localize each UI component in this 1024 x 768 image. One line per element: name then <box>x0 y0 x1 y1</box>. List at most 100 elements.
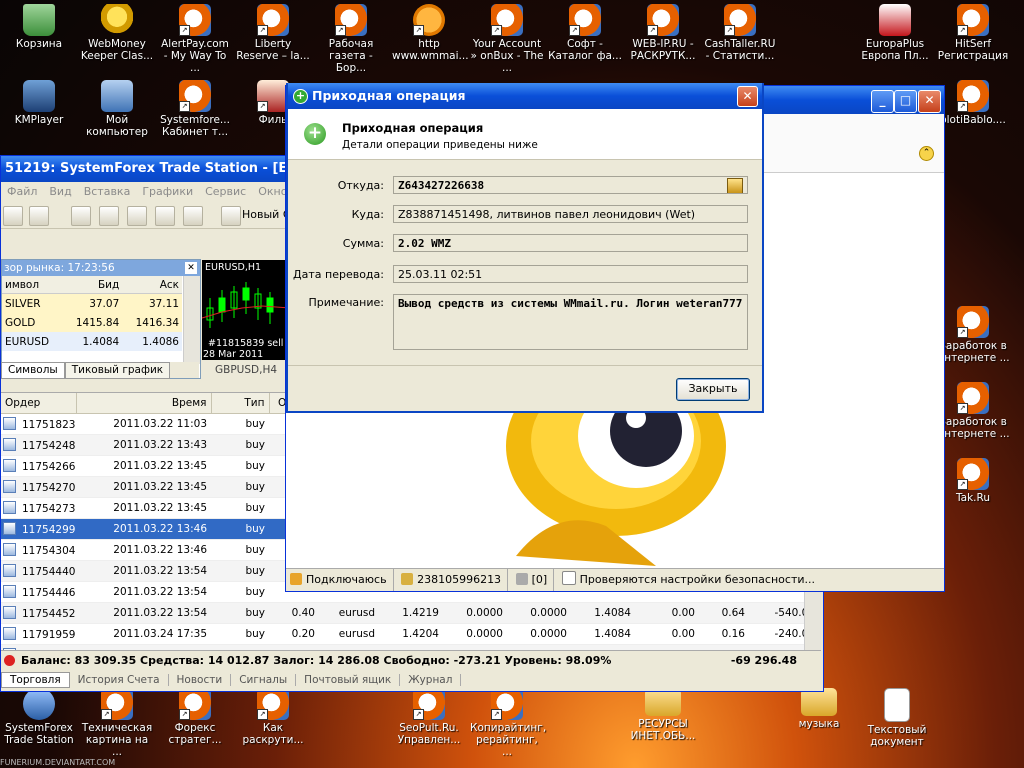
market-watch-header[interactable]: имвол <box>2 276 63 294</box>
menu-item[interactable]: Файл <box>7 185 37 198</box>
close-button[interactable]: Закрыть <box>676 378 750 401</box>
desktop-icon[interactable]: РЕСУРСЫ ИНЕТ.ОБЬ... <box>626 688 700 742</box>
market-watch-scrollbar[interactable] <box>183 276 200 364</box>
terminal-tab[interactable]: Новости <box>168 674 232 686</box>
table-row[interactable]: 11754452 2011.03.22 13:54 buy 0.40 eurusd 1.4… <box>1 602 819 624</box>
desktop-icon[interactable]: ↗ HitSerf Регистрация <box>936 4 1010 62</box>
desktop-icon-label: Мой компьютер <box>86 114 148 138</box>
market-watch-header[interactable]: Аск <box>122 276 182 294</box>
amount-label: Сумма: <box>342 237 384 250</box>
desktop-icon[interactable]: ↗ Форекс стратег... <box>158 688 232 746</box>
desktop-icon[interactable]: EuropaPlus Европа Пл... <box>858 4 932 62</box>
terminal-tab[interactable]: История Счета <box>69 674 169 686</box>
zoom-icon[interactable] <box>183 206 203 226</box>
maximize-button[interactable]: □ <box>894 90 917 113</box>
desktop-icon[interactable]: ↗ Tak.Ru <box>936 458 1010 504</box>
desktop-icon[interactable]: ↗ Как раскрути... <box>236 688 310 746</box>
orders-column-header[interactable]: Время <box>76 393 212 414</box>
desktop-icon[interactable]: ↗ Заработок в Интернете ... <box>936 382 1010 440</box>
order-cell: buy <box>211 539 269 561</box>
order-cell: 2011.03.24 17:35 <box>76 623 211 645</box>
order-cell: 0.64 <box>699 602 749 624</box>
market-watch-row[interactable]: SILVER 37.07 37.11 <box>2 293 182 313</box>
desktop-icon[interactable]: ↗ Копирайтинг, рерайтинг, ... <box>470 688 546 758</box>
profiles-icon[interactable] <box>29 206 49 226</box>
market-watch-tab[interactable]: Символы <box>1 362 65 379</box>
menu-item[interactable]: Вставка <box>84 185 131 198</box>
desktop-icon[interactable]: WebMoney Keeper Clas... <box>80 4 154 62</box>
firefox-icon: ↗ <box>491 4 523 36</box>
from-field[interactable]: Z643427226638 <box>393 176 748 194</box>
desktop-icon[interactable]: Мой компьютер <box>80 80 154 138</box>
chart-title: EURUSD,H1 <box>205 262 262 273</box>
desktop-icon[interactable]: SystemForex Trade Station <box>2 688 76 746</box>
desktop-icon[interactable]: ↗ Техническая картина на ... <box>80 688 154 758</box>
income-operation-dialog[interactable]: + Приходная операция ✕ + Приходная опера… <box>286 83 764 413</box>
market-watch-row[interactable]: EURUSD 1.4084 1.4086 <box>2 332 182 351</box>
copy-icon[interactable] <box>727 178 743 193</box>
chart-tab-gbpusd[interactable]: GBPUSD,H4 <box>215 364 277 376</box>
desktop-icon[interactable]: ↗ CashTaller.RU - Статисти... <box>703 4 777 62</box>
orders-column-header[interactable]: Ордер <box>1 393 77 414</box>
desktop-icon[interactable]: ↗ AlertPay.com - My Way To ... <box>158 4 232 74</box>
to-label: Куда: <box>351 208 384 221</box>
desktop-icon[interactable]: ↗ Liberty Reserve – la... <box>236 4 310 62</box>
desktop-icon[interactable]: ↗ SeoPult.Ru. Управлен... <box>392 688 466 746</box>
new-order-icon[interactable] <box>221 206 241 226</box>
recycle-bin-icon <box>23 4 55 36</box>
desktop-icon[interactable]: ↗ Рабочая газета - Бор... <box>314 4 388 74</box>
terminal-tab[interactable]: Сигналы <box>231 674 297 686</box>
collapse-icon[interactable]: ⌃ <box>919 146 934 161</box>
wmid-value[interactable]: 238105996213 <box>417 573 501 586</box>
close-icon[interactable]: ✕ <box>185 262 197 274</box>
desktop-icon-label: WebMoney Keeper Clas... <box>80 38 154 62</box>
terminal-tab[interactable]: Почтовый ящик <box>296 674 401 686</box>
date-field[interactable]: 25.03.11 02:51 <box>393 265 748 283</box>
market-watch-icon[interactable] <box>71 206 91 226</box>
terminal-tab[interactable]: Торговля <box>1 672 70 688</box>
mini-chart[interactable]: EURUSD,H1 #11815839 sell 28 Mar 2011 <box>202 260 290 360</box>
to-field[interactable]: Z838871451498, литвинов павел леонидович… <box>393 205 748 223</box>
desktop-icon[interactable]: Текстовый документ <box>860 688 934 748</box>
desktop-icon[interactable]: музыка <box>782 688 856 730</box>
firefox-icon: ↗ <box>957 458 989 490</box>
desktop-icon-label: Текстовый документ <box>867 724 927 748</box>
amount-field[interactable]: 2.02 WMZ <box>393 234 748 252</box>
window-close-button[interactable]: ✕ <box>918 90 941 113</box>
note-field[interactable]: Вывод средств из системы WMmail.ru. Логи… <box>393 294 748 350</box>
messages-count[interactable]: [0] <box>532 573 548 586</box>
terminal-icon[interactable] <box>155 206 175 226</box>
orders-column-header[interactable]: Тип <box>211 393 270 414</box>
shortcut-arrow-icon: ↗ <box>179 25 190 36</box>
favorites-icon[interactable] <box>127 206 147 226</box>
terminal-tab[interactable]: Журнал <box>400 674 462 686</box>
desktop-icon[interactable]: ↗ http www.wmmai... <box>392 4 469 62</box>
order-cell: 0.00 <box>635 602 699 624</box>
crosshair-icon[interactable] <box>99 206 119 226</box>
desktop-icon[interactable]: ↗ Your Account » onBux - The ... <box>470 4 544 74</box>
menu-item[interactable]: Вид <box>49 185 71 198</box>
market-watch-cell: 1416.34 <box>122 313 182 332</box>
menu-item[interactable]: Сервис <box>205 185 246 198</box>
market-watch-tab[interactable]: Тиковый график <box>64 362 171 379</box>
desktop-icon[interactable]: ↗ Systemfore... Кабинет т... <box>158 80 232 138</box>
desktop-icon[interactable]: ↗ olotiBablo.... <box>936 80 1010 126</box>
menu-item[interactable]: Окно <box>258 185 287 198</box>
new-chart-icon[interactable] <box>3 206 23 226</box>
firefox-icon: ↗ <box>179 4 211 36</box>
order-id: 11754452 <box>22 608 76 620</box>
desktop-icon[interactable]: ↗ Заработок в Интернете ... <box>936 306 1010 364</box>
desktop-icon[interactable]: KMPlayer <box>2 80 76 126</box>
desktop-icon[interactable]: ↗ WEB-IP.RU - РАСКРУТК... <box>626 4 700 62</box>
desktop-icon-label: Заработок в Интернете ... <box>936 340 1010 364</box>
dialog-close-button[interactable]: ✕ <box>737 86 758 107</box>
table-row[interactable]: 11791959 2011.03.24 17:35 buy 0.20 eurusd 1.4… <box>1 623 819 645</box>
note-label: Примечание: <box>308 296 384 309</box>
desktop-icon[interactable]: Корзина <box>2 4 76 50</box>
menu-item[interactable]: Графики <box>142 185 193 198</box>
market-watch-header[interactable]: Бид <box>62 276 123 294</box>
desktop-icon[interactable]: ↗ Софт - Каталог фа... <box>548 4 622 62</box>
market-watch-row[interactable]: GOLD 1415.84 1416.34 <box>2 313 182 332</box>
minimize-button[interactable]: _ <box>871 90 894 113</box>
shortcut-arrow-icon: ↗ <box>957 403 968 414</box>
